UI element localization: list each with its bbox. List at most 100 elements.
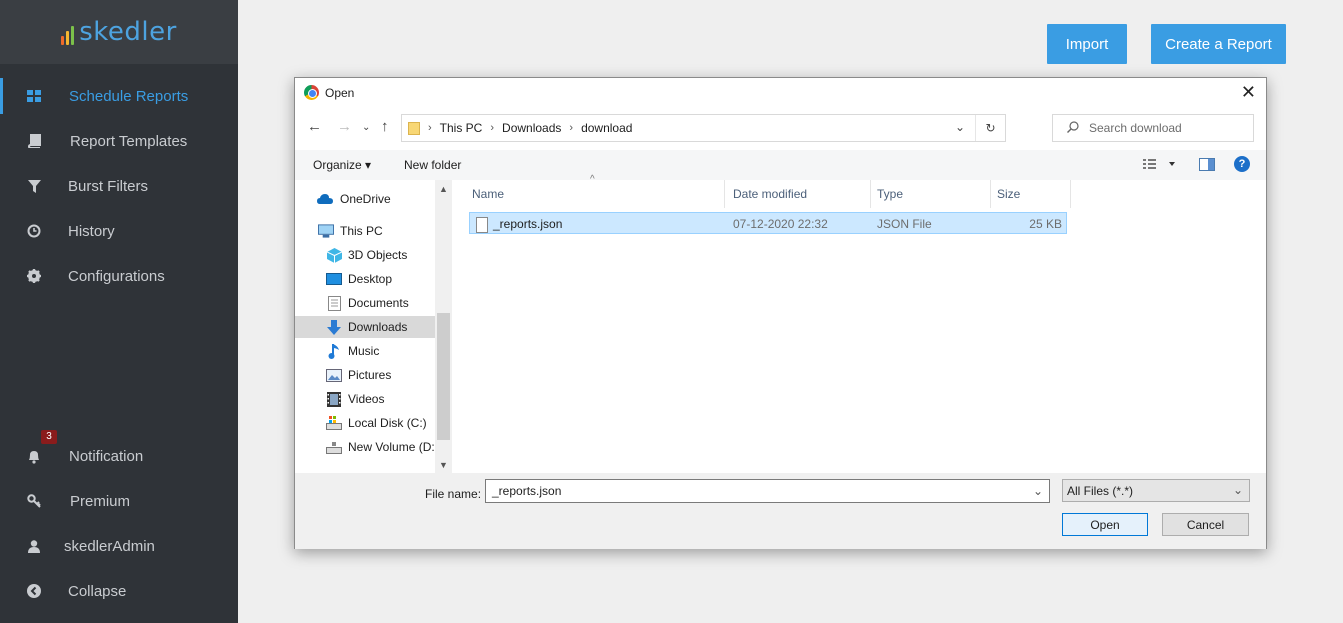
sidebar-item-report-templates[interactable]: Report Templates — [0, 126, 238, 156]
dialog-footer: File name: _reports.json ⌄ All Files (*.… — [295, 473, 1266, 549]
search-icon — [1067, 120, 1079, 136]
json-file-icon — [476, 217, 488, 233]
document-icon — [326, 295, 342, 311]
search-placeholder: Search download — [1089, 121, 1182, 135]
sidebar-item-burst-filters[interactable]: Burst Filters — [0, 171, 238, 201]
dialog-toolbar: Organize ▾ New folder ? — [295, 150, 1266, 180]
table-row[interactable]: _reports.json 07-12-2020 22:32 JSON File… — [469, 212, 1067, 234]
sidebar-item-label: Premium — [70, 492, 131, 510]
open-file-dialog: Open ✕ ← → ⌄ ↑ › This PC › Downloads › d… — [294, 77, 1267, 549]
chevron-right-icon: › — [569, 122, 574, 134]
address-bar[interactable]: › This PC › Downloads › download ⌄ ↻ — [401, 114, 1006, 142]
address-row: ← → ⌄ ↑ › This PC › Downloads › download… — [295, 114, 1266, 142]
sidebar-item-user[interactable]: skedlerAdmin — [0, 531, 238, 561]
tree-item-videos[interactable]: Videos — [295, 388, 435, 410]
file-size-cell: 25 KB — [1029, 217, 1062, 231]
sidebar-item-history[interactable]: History — [0, 216, 238, 246]
file-date-cell: 07-12-2020 22:32 — [733, 217, 828, 231]
sidebar-item-schedule-reports[interactable]: Schedule Reports — [0, 78, 238, 114]
scroll-up-icon[interactable]: ▲ — [439, 184, 448, 194]
picture-icon — [326, 368, 342, 382]
column-header-date[interactable]: Date modified — [727, 180, 871, 208]
chevron-down-icon: ⌄ — [1232, 483, 1243, 497]
chevron-left-circle-icon — [26, 583, 42, 599]
column-header-type[interactable]: Type — [871, 180, 991, 208]
help-icon[interactable]: ? — [1234, 156, 1250, 172]
create-report-button[interactable]: Create a Report — [1151, 24, 1286, 64]
organize-menu[interactable]: Organize ▾ — [313, 158, 371, 172]
file-type-select[interactable]: All Files (*.*) ⌄ — [1062, 479, 1250, 502]
column-header-size[interactable]: Size — [991, 180, 1071, 208]
chevron-down-icon[interactable]: ⌄ — [955, 120, 965, 134]
bell-icon — [26, 448, 42, 464]
sidebar-item-label: History — [68, 222, 115, 240]
key-icon — [26, 493, 42, 509]
file-type-cell: JSON File — [877, 217, 932, 231]
close-icon[interactable]: ✕ — [1241, 83, 1256, 101]
breadcrumb-item[interactable]: This PC — [440, 121, 483, 135]
desktop-icon — [326, 272, 342, 286]
file-list: Name ^ Date modified Type Size _reports.… — [452, 174, 1266, 473]
folder-icon — [408, 121, 420, 135]
forward-arrow-icon[interactable]: → — [337, 118, 352, 135]
recent-dropdown-icon[interactable]: ⌄ — [362, 122, 370, 133]
breadcrumb-item[interactable]: Downloads — [502, 121, 561, 135]
file-name-label: File name: — [425, 487, 482, 501]
tree-item-onedrive[interactable]: OneDrive — [295, 188, 435, 210]
cube-icon — [326, 247, 342, 263]
grid-icon — [26, 88, 42, 104]
tree-item-pictures[interactable]: Pictures — [295, 364, 435, 386]
up-arrow-icon[interactable]: ↑ — [381, 118, 389, 135]
breadcrumb-item[interactable]: download — [581, 121, 632, 135]
open-button[interactable]: Open — [1062, 513, 1148, 536]
sidebar-item-label: Configurations — [68, 267, 165, 285]
import-button[interactable]: Import — [1047, 24, 1127, 64]
file-name-cell: _reports.json — [493, 217, 563, 231]
preview-pane-icon[interactable] — [1199, 158, 1215, 174]
cancel-button[interactable]: Cancel — [1162, 513, 1249, 536]
back-arrow-icon[interactable]: ← — [307, 118, 322, 135]
tree-item-new-volume[interactable]: New Volume (D: — [295, 436, 435, 458]
chevron-right-icon: › — [490, 122, 495, 134]
tree-item-local-disk[interactable]: Local Disk (C:) — [295, 412, 435, 434]
column-header-name[interactable]: Name ^ — [466, 174, 725, 208]
user-icon — [26, 538, 42, 554]
dialog-title: Open — [325, 86, 355, 100]
sidebar-item-label: Burst Filters — [68, 177, 149, 195]
refresh-icon[interactable]: ↻ — [975, 115, 1005, 141]
file-name-field[interactable]: _reports.json ⌄ — [485, 479, 1050, 503]
sort-ascending-icon: ^ — [590, 174, 595, 185]
tree-item-this-pc[interactable]: This PC — [295, 220, 435, 242]
sidebar-item-notification[interactable]: 3 Notification — [0, 430, 238, 471]
tree-item-3d-objects[interactable]: 3D Objects — [295, 244, 435, 266]
view-options-icon[interactable] — [1143, 158, 1177, 173]
computer-icon — [318, 224, 334, 238]
scroll-down-icon[interactable]: ▼ — [439, 460, 448, 470]
dialog-title-bar: Open ✕ — [295, 78, 1266, 108]
music-note-icon — [326, 343, 342, 359]
skedler-logo[interactable]: skedler — [61, 19, 177, 45]
tree-item-documents[interactable]: Documents — [295, 292, 435, 314]
filter-icon — [26, 178, 42, 194]
tree-item-desktop[interactable]: Desktop — [295, 268, 435, 290]
logo-bars-icon — [61, 23, 75, 45]
new-folder-button[interactable]: New folder — [404, 158, 461, 172]
cloud-icon — [317, 192, 333, 206]
sidebar-item-configurations[interactable]: Configurations — [0, 261, 238, 291]
tree-item-music[interactable]: Music — [295, 340, 435, 362]
sidebar-item-label: Collapse — [68, 582, 127, 600]
clock-icon — [26, 223, 42, 239]
chevron-down-icon[interactable]: ⌄ — [1033, 484, 1043, 498]
sidebar-item-label: skedlerAdmin — [64, 537, 155, 555]
sidebar: skedler Schedule Reports Report Template… — [0, 0, 238, 623]
sidebar-item-label: Report Templates — [70, 132, 188, 150]
sidebar-item-label: Schedule Reports — [69, 87, 189, 105]
tree-item-downloads[interactable]: Downloads — [295, 316, 435, 338]
scrollbar-thumb[interactable] — [437, 313, 450, 440]
sidebar-item-collapse[interactable]: Collapse — [0, 576, 238, 606]
gear-icon — [26, 268, 42, 284]
sidebar-item-premium[interactable]: Premium — [0, 486, 238, 516]
book-icon — [26, 133, 42, 149]
tree-scrollbar[interactable]: ▲ ▼ — [435, 180, 452, 473]
search-input[interactable]: Search download — [1052, 114, 1254, 142]
